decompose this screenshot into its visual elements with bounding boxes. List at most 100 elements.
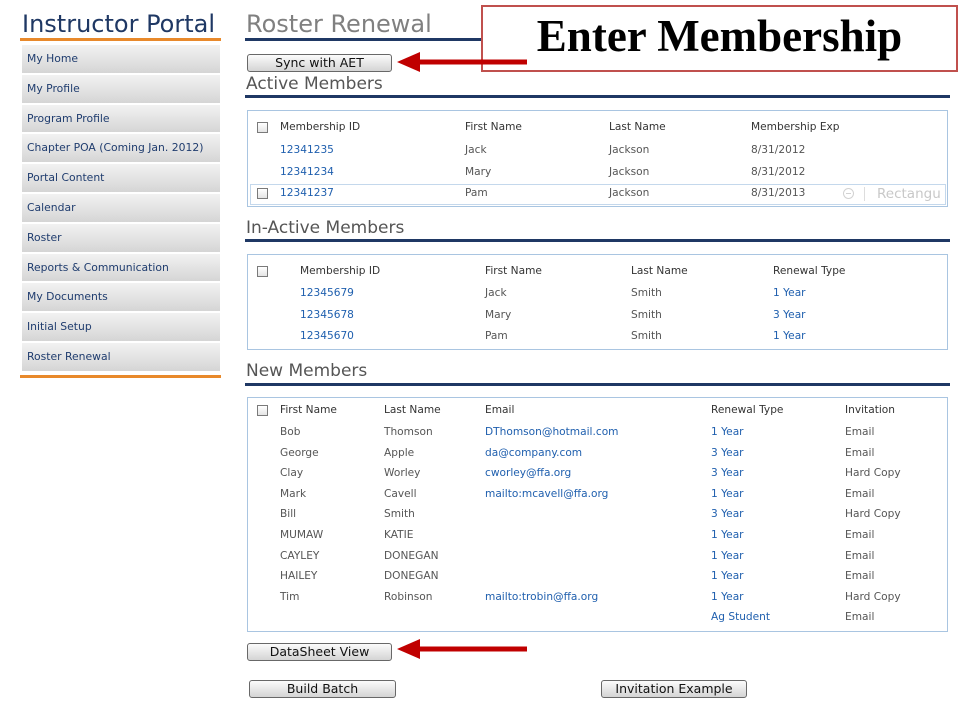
sidebar-item-program-profile[interactable]: Program Profile bbox=[22, 104, 220, 133]
column-header-membership-exp: Membership Exp bbox=[751, 121, 840, 133]
sync-with-aet-button[interactable]: Sync with AET bbox=[247, 54, 392, 72]
membership-id-link[interactable]: 12345678 bbox=[300, 305, 354, 327]
inactive-members-divider bbox=[245, 239, 950, 242]
column-header-last-name: Last Name bbox=[609, 121, 666, 133]
column-header-email: Email bbox=[485, 404, 515, 416]
arrow-left-icon bbox=[397, 639, 527, 659]
select-all-checkbox[interactable] bbox=[257, 122, 268, 133]
sidebar-item-portal-content[interactable]: Portal Content bbox=[22, 164, 220, 192]
new-member-row[interactable]: Clay Worley cworley@ffa.org 3 Year Hard Copy bbox=[248, 463, 947, 484]
first-name: Pam bbox=[465, 187, 488, 199]
last-name: Jackson bbox=[609, 187, 650, 199]
membership-exp: 8/31/2012 bbox=[751, 144, 806, 156]
invitation-type: Email bbox=[845, 426, 875, 438]
email-link[interactable]: mailto:mcavell@ffa.org bbox=[485, 484, 608, 505]
first-name: Clay bbox=[280, 467, 304, 480]
email-link[interactable]: da@company.com bbox=[485, 443, 582, 464]
sidebar-item-chapter-poa-coming-jan-2012[interactable]: Chapter POA (Coming Jan. 2012) bbox=[22, 134, 220, 163]
email-link[interactable]: DThomson@hotmail.com bbox=[485, 422, 619, 443]
select-all-checkbox[interactable] bbox=[257, 265, 268, 277]
email-link[interactable]: mailto:trobin@ffa.org bbox=[485, 587, 598, 608]
inactive-members-heading: In-Active Members bbox=[246, 218, 405, 238]
membership-id-link[interactable]: 12345670 bbox=[300, 326, 354, 348]
invitation-type: Email bbox=[845, 487, 875, 500]
renewal-type-link[interactable]: 3 Year bbox=[711, 463, 744, 484]
sidebar-item-reports-communication[interactable]: Reports & Communication bbox=[22, 253, 220, 282]
renewal-type-link[interactable]: 1 Year bbox=[711, 587, 744, 608]
sidebar: Instructor Portal My Home My Profile Progr… bbox=[0, 0, 236, 720]
active-member-row[interactable]: 12341235 Jack Jackson 8/31/2012 bbox=[248, 140, 947, 162]
last-name: Smith bbox=[631, 287, 662, 299]
invitation-type: Email bbox=[845, 446, 875, 459]
select-all-checkbox[interactable] bbox=[257, 404, 268, 416]
new-member-row[interactable]: CAYLEY DONEGAN 1 Year Email bbox=[248, 546, 947, 567]
new-member-row[interactable]: Bob Thomson DThomson@hotmail.com 1 Year Emai… bbox=[248, 422, 947, 443]
sidebar-item-my-home[interactable]: My Home bbox=[22, 45, 220, 73]
first-name: Jack bbox=[485, 287, 507, 299]
renewal-type-link[interactable]: 1 Year bbox=[711, 422, 744, 443]
membership-exp: 8/31/2013 bbox=[751, 187, 806, 199]
last-name: Smith bbox=[631, 330, 662, 342]
invitation-type: Email bbox=[845, 549, 875, 562]
column-header-membership-id: Membership ID bbox=[300, 265, 381, 277]
membership-id-link[interactable]: 12341237 bbox=[280, 183, 334, 205]
sidebar-item-roster[interactable]: Roster bbox=[22, 223, 220, 252]
renewal-type-link[interactable]: 1 Year bbox=[773, 283, 806, 305]
renewal-type-link[interactable]: 1 Year bbox=[711, 566, 744, 587]
first-name: Pam bbox=[485, 330, 508, 342]
build-batch-button[interactable]: Build Batch bbox=[249, 680, 396, 698]
first-name: CAYLEY bbox=[280, 549, 320, 562]
new-member-row[interactable]: HAILEY DONEGAN 1 Year Email bbox=[248, 566, 947, 587]
renewal-type-link[interactable]: 1 Year bbox=[711, 484, 744, 505]
active-member-row[interactable]: 12341234 Mary Jackson 8/31/2012 bbox=[248, 162, 947, 184]
column-header-first-name: First Name bbox=[465, 121, 522, 133]
sidebar-item-roster-renewal[interactable]: Roster Renewal bbox=[22, 342, 220, 371]
table-header-row: Membership ID First Name Last Name Renewal … bbox=[248, 259, 947, 283]
table-header-row: First Name Last Name Email Renewal Type Invi… bbox=[248, 398, 947, 422]
new-member-row[interactable]: Tim Robinson mailto:trobin@ffa.org 1 Year Ha… bbox=[248, 587, 947, 608]
new-member-row[interactable]: Mark Cavell mailto:mcavell@ffa.org 1 Year Em… bbox=[248, 484, 947, 505]
renewal-type-link[interactable]: 1 Year bbox=[773, 326, 806, 348]
last-name: Jackson bbox=[609, 165, 650, 178]
new-member-row[interactable]: MUMAW KATIE 1 Year Email bbox=[248, 525, 947, 546]
column-header-membership-id: Membership ID bbox=[280, 121, 361, 133]
new-member-row[interactable]: Ag Student Email bbox=[248, 607, 947, 628]
renewal-type-link[interactable]: 1 Year bbox=[711, 546, 744, 567]
sidebar-item-my-profile[interactable]: My Profile bbox=[22, 74, 220, 103]
new-members-grid: First Name Last Name Email Renewal Type Invi… bbox=[247, 397, 948, 632]
invitation-example-button[interactable]: Invitation Example bbox=[601, 680, 747, 698]
invitation-type: Hard Copy bbox=[845, 467, 901, 480]
sidebar-item-my-documents[interactable]: My Documents bbox=[22, 283, 220, 312]
membership-id-link[interactable]: 12341235 bbox=[280, 140, 334, 162]
email-link[interactable]: cworley@ffa.org bbox=[485, 463, 571, 484]
renewal-type-link[interactable]: 3 Year bbox=[773, 305, 806, 327]
first-name: Tim bbox=[280, 590, 300, 603]
inactive-member-row[interactable]: 12345670 Pam Smith 1 Year bbox=[248, 326, 947, 348]
active-members-divider bbox=[245, 95, 950, 98]
first-name: Mary bbox=[485, 308, 512, 321]
first-name: Jack bbox=[465, 144, 487, 156]
renewal-type-link[interactable]: Ag Student bbox=[711, 607, 770, 628]
first-name: MUMAW bbox=[280, 528, 324, 541]
renewal-type-link[interactable]: 3 Year bbox=[711, 504, 744, 525]
last-name: Robinson bbox=[384, 590, 433, 603]
invitation-type: Email bbox=[845, 528, 875, 541]
new-members-heading: New Members bbox=[246, 361, 368, 381]
last-name: Cavell bbox=[384, 487, 417, 500]
new-member-row[interactable]: Bill Smith 3 Year Hard Copy bbox=[248, 504, 947, 525]
renewal-type-link[interactable]: 1 Year bbox=[711, 525, 744, 546]
column-header-last-name: Last Name bbox=[631, 265, 688, 277]
new-member-row[interactable]: George Apple da@company.com 3 Year Email bbox=[248, 443, 947, 464]
overlay-separator bbox=[864, 187, 865, 201]
membership-id-link[interactable]: 12341234 bbox=[280, 162, 334, 184]
sidebar-item-initial-setup[interactable]: Initial Setup bbox=[22, 313, 220, 341]
row-checkbox[interactable] bbox=[257, 188, 268, 200]
renewal-type-link[interactable]: 3 Year bbox=[711, 443, 744, 464]
inactive-member-row[interactable]: 12345678 Mary Smith 3 Year bbox=[248, 305, 947, 327]
datasheet-view-button[interactable]: DataSheet View bbox=[247, 643, 392, 661]
invitation-type: Email bbox=[845, 611, 875, 624]
membership-id-link[interactable]: 12345679 bbox=[300, 283, 354, 305]
sidebar-nav: My Home My Profile Program Profile Chapter … bbox=[22, 45, 220, 373]
sidebar-item-calendar[interactable]: Calendar bbox=[22, 193, 220, 222]
inactive-member-row[interactable]: 12345679 Jack Smith 1 Year bbox=[248, 283, 947, 305]
